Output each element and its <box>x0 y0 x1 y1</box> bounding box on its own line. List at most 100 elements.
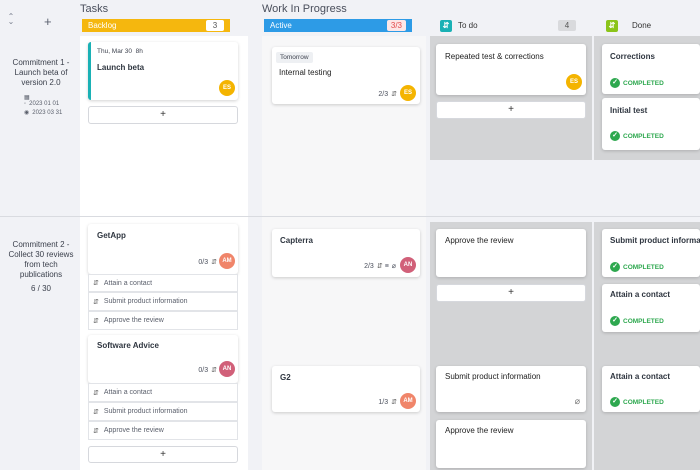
calendar-icon: ▦ <box>24 95 30 101</box>
avatar[interactable]: AN <box>400 257 416 273</box>
add-card-button[interactable]: + <box>436 101 586 119</box>
backlog-label: Backlog <box>88 21 117 30</box>
subtasks-icon: ⇵ <box>93 389 99 397</box>
card-launch-beta[interactable]: Thu, Mar 30 8h Launch beta ES <box>88 42 238 100</box>
subtask-row[interactable]: ⇵ Approve the review <box>88 421 238 440</box>
card-title: Launch beta <box>97 63 145 72</box>
subtasks-icon: ⇵ <box>93 427 99 435</box>
card-subtasks: 2/3 ⇵ <box>378 90 397 99</box>
card-title: Approve the review <box>445 426 514 435</box>
subtasks-icon: ⇵ <box>376 263 383 270</box>
list-icon: ≡ <box>384 262 389 270</box>
card-date-chip: Tomorrow <box>276 52 313 63</box>
subtask-row[interactable]: ⇵ Approve the review <box>88 311 238 330</box>
card-g2[interactable]: G2 1/3 ⇵ AM <box>272 366 420 412</box>
avatar[interactable]: ES <box>219 80 235 96</box>
card-title: Submit product informatio <box>610 236 700 245</box>
card-internal-testing[interactable]: Tomorrow Internal testing 2/3 ⇵ ES <box>272 47 420 104</box>
check-icon: ✓ <box>610 78 620 88</box>
status-completed: ✓ COMPLETED <box>610 78 664 88</box>
group-title-wip: Work In Progress <box>262 3 347 15</box>
card-title: Internal testing <box>279 68 332 77</box>
card-title: Capterra <box>280 236 313 245</box>
card-repeated-test[interactable]: Repeated test & corrections ES <box>436 44 586 95</box>
card-getapp[interactable]: GetApp 0/3 ⇵ AM <box>88 224 238 274</box>
subtasks-icon: ⇵ <box>93 280 99 287</box>
subtasks-icon: ⇵ <box>93 298 99 306</box>
card-title: Corrections <box>610 52 655 61</box>
card-approve-review[interactable]: Approve the review <box>436 229 586 277</box>
lane-title-2: Commitment 2 - Collect 30 reviews from t… <box>8 240 74 279</box>
lane-calendar: ▦ <box>24 94 30 101</box>
done-label: Done <box>632 21 652 30</box>
card-title: Software Advice <box>97 341 159 350</box>
end-icon: ◉ <box>24 110 30 116</box>
column-header-done[interactable]: ⇵ Done <box>606 19 696 32</box>
collapse-icon[interactable]: ⌃ ⌄ <box>6 13 16 26</box>
card-subtasks: 1/3 ⇵ <box>378 398 397 407</box>
active-label: Active <box>270 21 292 30</box>
add-card-button[interactable]: + <box>88 106 238 124</box>
card-submit-product-done[interactable]: Submit product informatio ✓COMPLETED <box>602 229 700 277</box>
plus-icon[interactable]: + <box>44 15 52 28</box>
card-title: Attain a contact <box>610 290 671 299</box>
card-software-advice[interactable]: Software Advice 0/3 ⇵ AN <box>88 335 238 383</box>
status-completed: ✓ COMPLETED <box>610 397 664 407</box>
check-icon: ✓ <box>610 316 620 326</box>
lane-progress: 6 / 30 <box>30 284 51 293</box>
active-count: 3/3 <box>386 20 406 31</box>
avatar[interactable]: ES <box>566 74 582 90</box>
card-initial-test[interactable]: Initial test ✓ COMPLETED <box>602 98 700 150</box>
todo-icon: ⇵ <box>440 19 452 32</box>
avatar[interactable]: AM <box>219 253 235 269</box>
attachment-icon: ⌀ <box>574 396 580 406</box>
subtasks-icon: ⇵ <box>211 367 217 374</box>
card-title: Attain a contact <box>610 372 671 381</box>
card-title: Repeated test & corrections <box>445 52 544 61</box>
card-subtasks: 0/3 ⇵ <box>198 366 217 375</box>
card-capterra[interactable]: Capterra 2/3 ⇵ ≡ ⌀ AN <box>272 229 420 277</box>
attachment-icon: ⌀ <box>391 263 396 270</box>
card-meta: 2/3 ⇵ ≡ ⌀ <box>364 262 396 271</box>
avatar[interactable]: AN <box>219 361 235 377</box>
add-card-button[interactable]: + <box>88 446 238 463</box>
subtask-row[interactable]: ⇵ Attain a contact <box>88 383 238 402</box>
group-title-tasks: Tasks <box>80 3 109 15</box>
subtasks-icon: ⇵ <box>93 408 99 416</box>
lane-separator <box>0 216 700 217</box>
subtasks-icon: ⇵ <box>391 399 397 406</box>
card-corrections[interactable]: Corrections ✓ COMPLETED <box>602 44 700 94</box>
avatar[interactable]: ES <box>400 85 416 101</box>
status-completed: ✓ COMPLETED <box>610 262 664 272</box>
card-attain-contact-2[interactable]: Attain a contact ✓ COMPLETED <box>602 366 700 412</box>
lane-title-1: Commitment 1 - Launch beta of version 2.… <box>12 58 70 87</box>
backlog-count: 3 <box>206 20 224 31</box>
card-attain-contact[interactable]: Attain a contact ✓ COMPLETED <box>602 284 700 332</box>
todo-count: 4 <box>558 20 576 31</box>
column-header-backlog[interactable]: Backlog 3 <box>82 19 230 32</box>
lane-start-date: ◦ 2023 01 01 <box>24 101 60 107</box>
subtask-row[interactable]: ⇵ Submit product information <box>88 292 238 311</box>
subtasks-icon: ⇵ <box>93 317 99 325</box>
lane-end-date: ◉ 2023 03 31 <box>24 109 63 117</box>
card-date: Thu, Mar 30 8h <box>97 48 143 55</box>
card-submit-product[interactable]: Submit product information ⌀ <box>436 366 586 412</box>
card-subtasks: 0/3 ⇵ <box>198 258 217 267</box>
card-title: G2 <box>280 373 291 382</box>
add-card-button[interactable]: + <box>436 284 586 302</box>
avatar[interactable]: AM <box>400 393 416 409</box>
card-approve-review-2[interactable]: Approve the review <box>436 420 586 468</box>
subtasks-icon: ⇵ <box>211 259 217 266</box>
subtask-row[interactable]: ⇵ Attain a contact <box>88 274 238 292</box>
status-completed: ✓ COMPLETED <box>610 316 664 326</box>
check-icon: ✓ <box>610 131 620 141</box>
todo-label: To do <box>458 21 478 30</box>
check-icon: ✓ <box>610 397 620 407</box>
status-completed: ✓ COMPLETED <box>610 131 664 141</box>
subtask-row[interactable]: ⇵ Submit product information <box>88 402 238 421</box>
done-icon: ⇵ <box>606 19 618 32</box>
column-header-active[interactable]: Active 3/3 <box>264 19 412 32</box>
column-header-todo[interactable]: ⇵ To do 4 <box>440 19 576 32</box>
start-icon: ◦ <box>24 101 27 107</box>
card-title: GetApp <box>97 231 126 240</box>
